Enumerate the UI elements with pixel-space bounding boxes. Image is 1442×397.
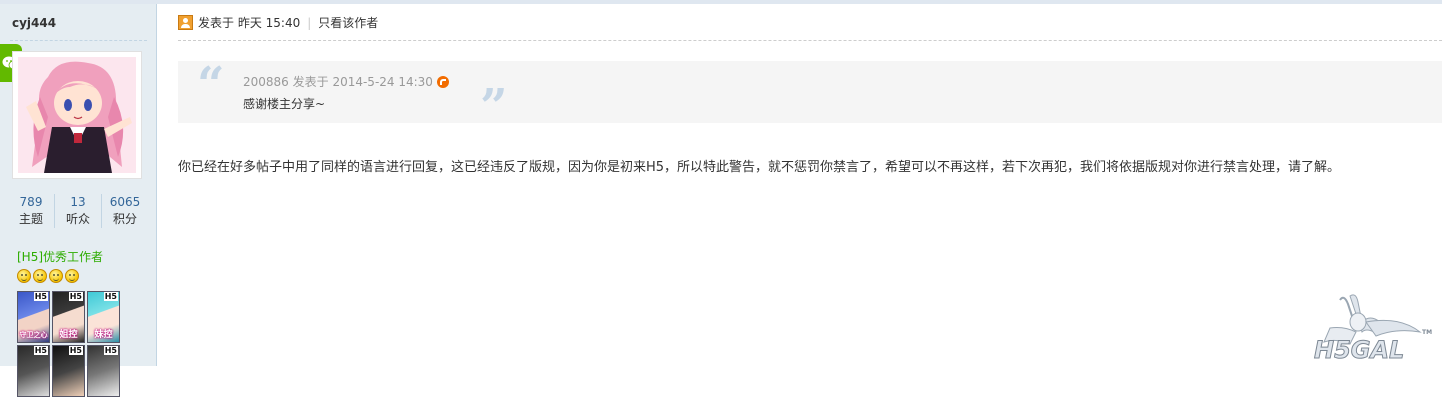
author-only-link[interactable]: 只看该作者 bbox=[318, 14, 378, 31]
quote-close-icon: ” bbox=[480, 79, 508, 135]
quote-block: “ 200886 发表于 2014-5-24 14:30 感谢楼主分享~ ” bbox=[178, 57, 1442, 131]
top-bar bbox=[0, 0, 1442, 4]
username[interactable]: cyj444 bbox=[12, 16, 56, 30]
quote-text: 感谢楼主分享~ bbox=[243, 97, 326, 111]
stat-label: 积分 bbox=[112, 212, 137, 226]
post-header: 发表于 昨天 15:40 | 只看该作者 bbox=[178, 14, 378, 31]
svg-text:TM: TM bbox=[1422, 329, 1432, 336]
badge[interactable]: H5 bbox=[17, 345, 50, 397]
post-content: 你已经在好多帖子中用了同样的语言进行回复，这已经违反了版规，因为你是初来H5，所… bbox=[178, 160, 1341, 175]
badge-tag: H5 bbox=[103, 346, 118, 355]
quote-meta-text: 200886 发表于 2014-5-24 14:30 bbox=[243, 75, 433, 89]
badge[interactable]: H5 bbox=[52, 345, 85, 397]
badge[interactable]: H5 bbox=[87, 345, 120, 397]
badge[interactable]: H5 妹控 bbox=[87, 291, 120, 343]
stat-points[interactable]: 6065 积分 bbox=[102, 194, 148, 228]
quote-meta: 200886 发表于 2014-5-24 14:30 bbox=[243, 73, 449, 90]
badge-tag: H5 bbox=[33, 346, 48, 355]
smiley-medal-icon bbox=[17, 269, 31, 283]
badge-tag: H5 bbox=[103, 292, 118, 301]
stat-value: 6065 bbox=[109, 195, 141, 209]
badge-tag: H5 bbox=[33, 292, 48, 301]
smiley-medal-icon bbox=[33, 269, 47, 283]
smiley-medal-icon bbox=[49, 269, 63, 283]
smiley-medal-icon bbox=[65, 269, 79, 283]
stat-label: 主题 bbox=[18, 212, 43, 226]
jump-to-post-icon[interactable] bbox=[436, 75, 449, 88]
badge[interactable]: H5 守卫之心 bbox=[17, 291, 50, 343]
posted-time: 昨天 15:40 bbox=[237, 16, 301, 30]
user-group[interactable]: [H5]优秀工作者 bbox=[17, 248, 103, 265]
badge-caption: 妹控 bbox=[94, 330, 113, 340]
badge-tag: H5 bbox=[68, 346, 83, 355]
rank-medals bbox=[17, 269, 79, 283]
posted-label: 发表于 bbox=[198, 16, 235, 30]
avatar[interactable] bbox=[12, 51, 142, 179]
svg-text:H5GAL: H5GAL bbox=[1314, 336, 1404, 364]
stat-followers[interactable]: 13 听众 bbox=[55, 194, 102, 228]
stat-label: 听众 bbox=[65, 212, 90, 226]
site-logo-watermark: H5GAL TM bbox=[1314, 294, 1432, 365]
stat-value: 13 bbox=[70, 195, 86, 209]
stat-threads[interactable]: 789 主题 bbox=[8, 194, 55, 228]
badge-caption: 守卫之心 bbox=[19, 331, 48, 339]
stat-value: 789 bbox=[19, 195, 43, 209]
avatar-image bbox=[18, 57, 136, 173]
divider bbox=[178, 40, 1442, 41]
user-stats: 789 主题 13 听众 6065 积分 bbox=[8, 194, 148, 228]
badge-caption: 姐控 bbox=[59, 330, 78, 340]
badge[interactable]: H5 姐控 bbox=[52, 291, 85, 343]
badge-tag: H5 bbox=[68, 292, 83, 301]
badge-grid: H5 守卫之心 H5 姐控 H5 妹控 H5 H5 H5 bbox=[17, 291, 120, 397]
user-sidebar: cyj444 789 主题 13 听众 6065 积分 [H5]优秀工作者 H5… bbox=[0, 4, 157, 397]
divider bbox=[10, 40, 147, 41]
post-author-icon bbox=[178, 15, 193, 30]
separator: | bbox=[307, 15, 312, 30]
quote-open-icon: “ bbox=[197, 57, 225, 113]
